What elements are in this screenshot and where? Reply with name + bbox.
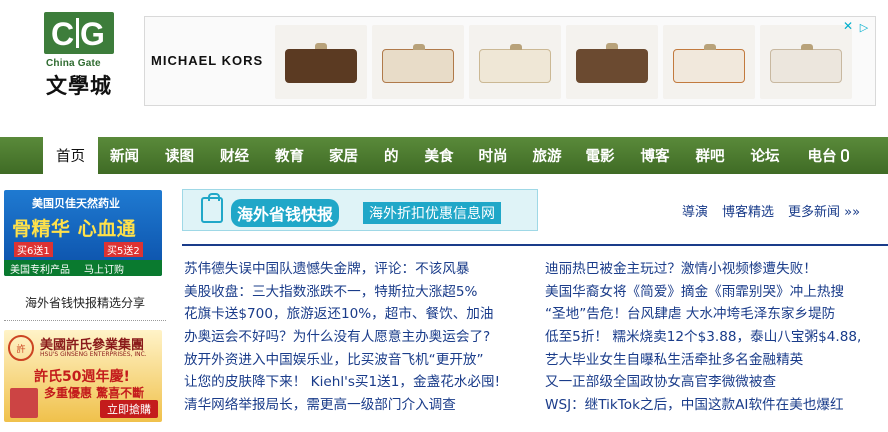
svg-text:C: C: [51, 16, 74, 52]
ad-product-1[interactable]: [275, 25, 367, 99]
shopping-bag-icon: [201, 193, 223, 223]
nav-item-travel[interactable]: 旅游: [533, 137, 562, 174]
bestcare-offer-1: 买6送1: [14, 242, 53, 257]
more-news-link[interactable]: 更多新闻 »»: [788, 201, 860, 220]
headline-link[interactable]: 清华网络举报局长，需更高一级部门介入调查: [184, 394, 524, 417]
bestcare-order-link[interactable]: 马上订购: [84, 261, 124, 276]
headline-link[interactable]: 苏伟德失误中国队遗憾失金牌，评论：不该风暴: [184, 258, 524, 281]
hsu-ad-subtitle: HSU'S GINSENG ENTERPRISES, INC.: [40, 351, 147, 358]
nav-item-education[interactable]: 教育: [275, 137, 304, 174]
directors-link[interactable]: 導演: [682, 201, 708, 220]
headline-link[interactable]: 美国华裔女将《简爱》摘金《雨霏别哭》冲上热搜: [545, 281, 888, 304]
ad-product-row: [275, 25, 852, 99]
nav-item-finance[interactable]: 财经: [220, 137, 249, 174]
nav-item-photos[interactable]: 读图: [165, 137, 194, 174]
ad-brand-name: MICHAEL KORS: [151, 53, 264, 68]
bestcare-offer-2: 买5送2: [104, 242, 143, 257]
site-logo[interactable]: C G China Gate 文學城: [40, 12, 120, 98]
headline-list-left: 苏伟德失误中国队遗憾失金牌，评论：不该风暴 美股收盘：三大指数涨跌不一，特斯拉大…: [184, 258, 524, 417]
headline-link[interactable]: 美股收盘：三大指数涨跌不一，特斯拉大涨超5%: [184, 281, 524, 304]
nav-item-home-living[interactable]: 家居: [329, 137, 358, 174]
headline-list-right: 迪丽热巴被金主玩过？激情小视频惨遭失败！ 美国华裔女将《简爱》摘金《雨霏别哭》冲…: [545, 258, 888, 417]
ad-product-5[interactable]: [663, 25, 755, 99]
headline-link[interactable]: WSJ：继TikTok之后，中国这款AI软件在美也爆红: [545, 394, 888, 417]
bestcare-ad[interactable]: 美国贝佳天然药业 骨精华 心血通 买6送1 买5送2 美国专利产品 马上订购: [4, 190, 162, 276]
headline-link[interactable]: 迪丽热巴被金主玩过？激情小视频惨遭失败！: [545, 258, 888, 281]
china-gate-logo-mark: C G: [44, 12, 114, 54]
blog-picks-link[interactable]: 博客精选: [722, 201, 774, 220]
headline-link[interactable]: 艺大毕业女生自曝私生活牵扯多名金融精英: [545, 349, 888, 372]
microphone-icon: [840, 149, 849, 162]
bestcare-ad-headline: 骨精华 心血通: [12, 218, 137, 240]
buy-now-button[interactable]: 立即搶購: [100, 400, 158, 418]
hsu-ad-headline: 許氏50週年慶!: [34, 369, 130, 385]
headline-link[interactable]: “圣地”告危！台风肆虐 大水冲垮毛泽东家乡堤防: [545, 303, 888, 326]
michael-kors-ad-banner[interactable]: MICHAEL KORS ✕ ▷: [144, 16, 876, 106]
section-links: 導演 博客精选 更多新闻 »»: [682, 201, 860, 220]
ad-product-2[interactable]: [372, 25, 464, 99]
hsu-ginseng-ad[interactable]: 許 美國許氏參業集團 HSU'S GINSENG ENTERPRISES, IN…: [4, 330, 162, 422]
left-divider: [4, 320, 166, 321]
nav-item-food[interactable]: 美食: [425, 137, 454, 174]
nav-item-radio[interactable]: 电台: [808, 137, 849, 174]
hsu-seal-icon: 許: [8, 335, 34, 361]
nav-item-movies[interactable]: 電影: [586, 137, 615, 174]
svg-text:G: G: [80, 16, 105, 52]
bestcare-ad-title: 美国贝佳天然药业: [32, 197, 120, 210]
hsu-ad-deal: 多重優惠 驚喜不斷: [44, 386, 145, 400]
ad-product-4[interactable]: [566, 25, 658, 99]
deals-banner-desc: 海外折扣优惠信息网: [363, 202, 501, 224]
gift-box-icon: [10, 388, 38, 418]
ad-product-6[interactable]: [760, 25, 852, 99]
headline-link[interactable]: 又一正部级全国政协女高官李微微被查: [545, 371, 888, 394]
headline-link[interactable]: 低至5折！ 糯米烧卖12个$3.88，泰山八宝粥$4.88,: [545, 326, 888, 349]
headline-link[interactable]: 让您的皮肤降下来！ Kiehl's买1送1，金盏花水必囤!: [184, 371, 524, 394]
nav-item-blogs[interactable]: 博客: [641, 137, 670, 174]
headline-divider: [182, 244, 888, 246]
headline-link[interactable]: 办奥运会不好吗？为什么没有人愿意主办奥运会了?: [184, 326, 524, 349]
deals-banner[interactable]: 海外省钱快报 海外折扣优惠信息网: [182, 189, 538, 231]
nav-item-fashion[interactable]: 时尚: [479, 137, 508, 174]
bestcare-patent-label: 美国专利产品: [10, 264, 70, 276]
deals-share-link[interactable]: 海外省钱快报精选分享: [0, 294, 170, 311]
logo-subtitle: China Gate: [46, 58, 101, 69]
nav-item-home[interactable]: 首页: [43, 137, 98, 174]
headline-link[interactable]: 花旗卡送$700，旅游返还10%，超市、餐饮、加油: [184, 303, 524, 326]
close-icon[interactable]: ✕: [841, 19, 855, 33]
ad-product-3[interactable]: [469, 25, 561, 99]
nav-item-news[interactable]: 新闻: [110, 137, 139, 174]
bestcare-ad-footer: 美国专利产品 马上订购: [4, 260, 162, 276]
logo-chinese-name: 文學城: [46, 73, 112, 98]
main-nav: 首页 新闻 读图 财经 教育 家居 的 美食 时尚 旅游 電影 博客 群吧 论坛…: [0, 137, 888, 174]
headline-link[interactable]: 放开外资进入中国娱乐业，比买波音飞机“更开放”: [184, 349, 524, 372]
nav-item-de[interactable]: 的: [384, 137, 399, 174]
nav-item-radio-label: 电台: [807, 149, 837, 165]
ad-choices-icon[interactable]: ▷: [857, 20, 871, 34]
deals-banner-title: 海外省钱快报: [231, 199, 340, 227]
nav-item-forum[interactable]: 论坛: [751, 137, 780, 174]
nav-item-groups[interactable]: 群吧: [696, 137, 725, 174]
